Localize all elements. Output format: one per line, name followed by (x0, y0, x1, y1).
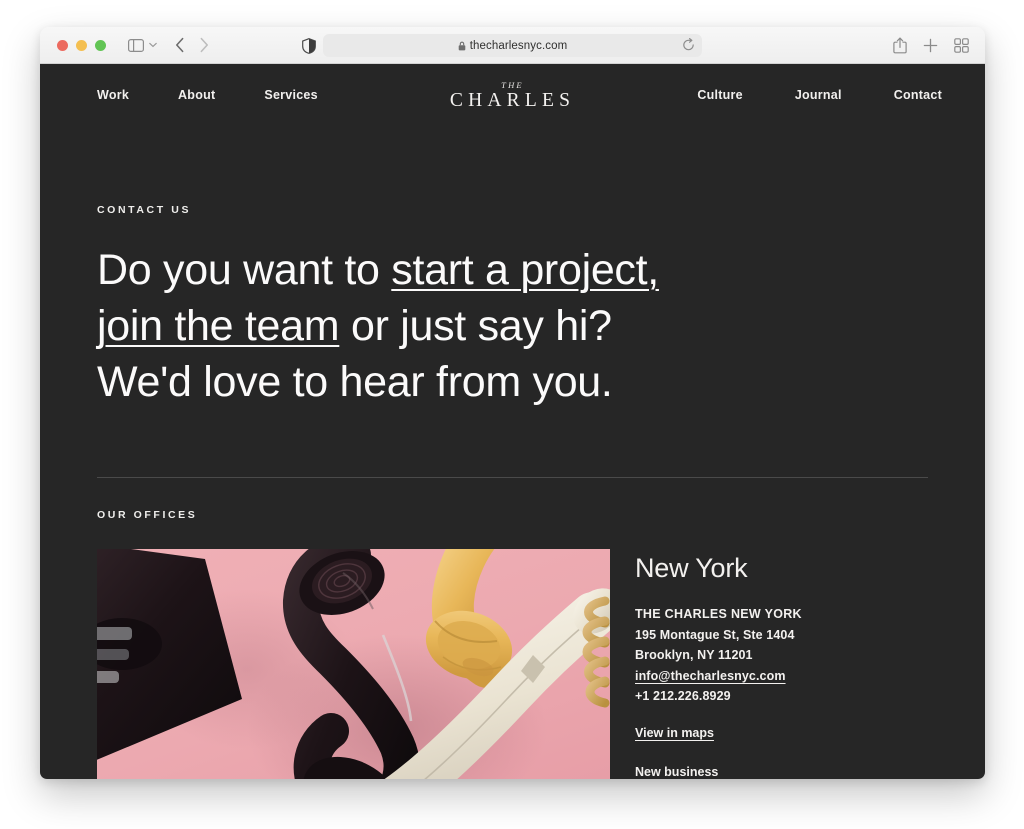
office-card: New York THE CHARLES NEW YORK 195 Montag… (97, 549, 928, 779)
office-email-row: info@thecharlesnyc.com (635, 666, 802, 687)
our-offices-section: OUR OFFICES New York THE CHARLES NEW YOR… (40, 478, 985, 779)
office-phone: +1 212.226.8929 (635, 689, 731, 703)
share-icon[interactable] (893, 37, 907, 54)
start-a-project-link[interactable]: start a project, (391, 246, 659, 294)
office-details: New York THE CHARLES NEW YORK 195 Montag… (635, 549, 802, 779)
sidebar-toggle-icon (128, 38, 144, 52)
back-arrow-icon[interactable] (175, 37, 185, 53)
forward-arrow-icon[interactable] (199, 37, 209, 53)
sidebar-toggle-button[interactable] (128, 38, 157, 52)
browser-window: thecharlesnyc.com Work About Services TH… (40, 27, 985, 779)
contact-hero-section: CONTACT US Do you want to start a projec… (40, 126, 985, 410)
office-address-line-1: 195 Montague St, Ste 1404 (635, 627, 795, 642)
lock-icon (458, 41, 466, 51)
office-photo (97, 549, 610, 779)
site-navigation: Work About Services THE CHARLES Culture … (40, 64, 985, 126)
hero-text-3: We'd love to hear from you. (97, 358, 613, 406)
plus-icon[interactable] (923, 38, 938, 53)
toolbar-actions (893, 27, 969, 64)
minimize-window-button[interactable] (76, 39, 87, 51)
url-text: thecharlesnyc.com (469, 39, 568, 52)
office-address-line-2: Brooklyn, NY 11201 (635, 648, 753, 662)
section-eyebrow-offices: OUR OFFICES (97, 509, 198, 521)
tab-grid-icon[interactable] (954, 38, 969, 53)
office-email-link[interactable]: info@thecharlesnyc.com (635, 669, 786, 683)
address-bar[interactable]: thecharlesnyc.com (323, 34, 702, 57)
window-controls (57, 39, 106, 51)
join-the-team-link[interactable]: join the team (97, 302, 340, 350)
close-window-button[interactable] (57, 39, 68, 51)
primary-nav-right: Culture Journal Contact (697, 88, 942, 102)
webpage-content: Work About Services THE CHARLES Culture … (40, 64, 985, 779)
office-city-name: New York (635, 553, 748, 583)
telephone-handsets-illustration (97, 549, 610, 779)
hero-text-2: or just say hi? (339, 302, 612, 350)
office-company-name: THE CHARLES NEW YORK (635, 607, 802, 621)
privacy-shield-icon[interactable] (302, 38, 316, 54)
page-title: Do you want to start a project, join the… (97, 242, 877, 410)
section-eyebrow-contact: CONTACT US (97, 204, 192, 216)
reload-icon[interactable] (682, 38, 695, 52)
view-in-maps-link[interactable]: View in maps (635, 726, 714, 740)
browser-toolbar: thecharlesnyc.com (40, 27, 985, 64)
hero-text-1: Do you want to (97, 246, 392, 294)
nav-item-contact[interactable]: Contact (894, 88, 942, 102)
nav-item-culture[interactable]: Culture (697, 88, 743, 102)
new-business-link[interactable]: New business (635, 765, 718, 779)
maximize-window-button[interactable] (95, 39, 106, 51)
chevron-down-icon[interactable] (149, 42, 157, 48)
nav-item-journal[interactable]: Journal (795, 88, 842, 102)
